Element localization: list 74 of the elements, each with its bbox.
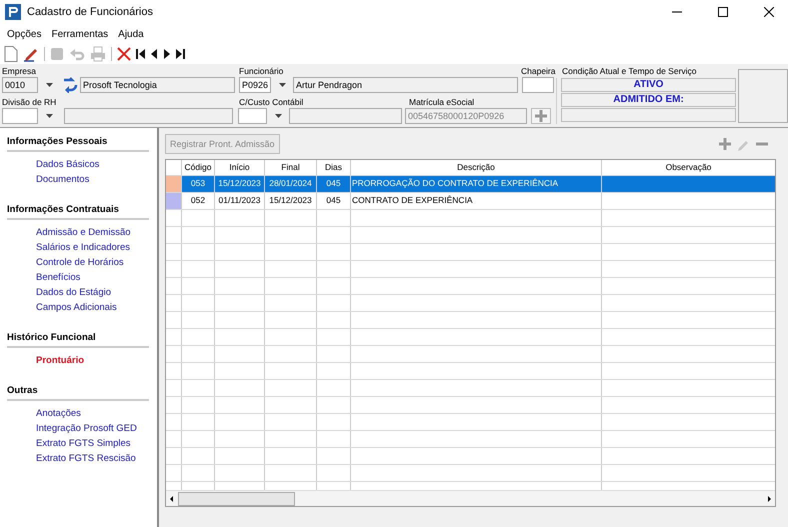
field-label: Chapeira — [521, 66, 556, 76]
field-label: Funcionário — [239, 66, 284, 76]
next-icon[interactable] — [163, 48, 170, 60]
pencil-icon[interactable] — [23, 46, 39, 62]
app-icon — [5, 4, 21, 20]
column-header[interactable]: Observação — [602, 160, 775, 175]
status-field: ATIVO — [560, 78, 736, 92]
field-label: Divisão de RH — [2, 97, 58, 107]
field-label: C/Custo Contábil — [239, 97, 304, 107]
sidebar-link[interactable]: Integração Prosoft GED — [7, 421, 157, 436]
last-record-icon[interactable] — [175, 48, 185, 60]
sidebar-link[interactable]: Prontuário — [7, 353, 157, 368]
table-cell: 052 — [182, 193, 215, 209]
table-cell: 045 — [317, 176, 351, 192]
section-title: Informações Contratuais — [7, 204, 149, 220]
delete-icon[interactable] — [117, 47, 131, 61]
menu-item[interactable]: Ajuda — [118, 28, 144, 40]
close-icon[interactable] — [764, 7, 774, 17]
field-label: Matrícula eSocial — [409, 97, 474, 107]
horizontal-scrollbar[interactable] — [166, 490, 775, 506]
sidebar-link[interactable]: Dados Básicos — [7, 157, 157, 172]
add-button[interactable] — [531, 108, 551, 124]
table-cell: CONTRATO DE EXPERIÊNCIA — [351, 193, 602, 209]
chapeira-field[interactable] — [522, 77, 554, 93]
table-row[interactable]: 052 01/11/2023 15/12/2023 045 CONTRATO DE EXPERIÊNCIA — [166, 193, 775, 210]
table-cell: 28/01/2024 — [265, 176, 317, 192]
sidebar-link[interactable]: Anotações — [7, 406, 157, 421]
employee-name-field[interactable]: Artur Pendragon — [293, 77, 518, 93]
table-cell: PRORROGAÇÃO DO CONTRATO DE EXPERIÊNCIA — [351, 176, 602, 192]
swap-arrow-icon[interactable] — [62, 77, 78, 93]
sidebar-link[interactable]: Dados do Estágio — [7, 285, 157, 300]
sidebar-link[interactable]: Benefícios — [7, 270, 157, 285]
table-cell: 01/11/2023 — [215, 193, 265, 209]
cost-center-field[interactable] — [238, 108, 267, 124]
new-document-icon[interactable] — [4, 46, 18, 62]
previous-icon[interactable] — [151, 48, 158, 60]
division-name-field[interactable] — [64, 108, 233, 124]
sidebar-link[interactable]: Extrato FGTS Simples — [7, 436, 157, 451]
menu-item[interactable]: Opções — [7, 28, 42, 40]
field-label: Condição Atual e Tempo de Serviço — [562, 66, 697, 76]
maximize-icon[interactable] — [718, 7, 728, 17]
dropdown-caret-icon[interactable] — [46, 83, 52, 87]
company-name-field[interactable]: Prosoft Tecnologia — [80, 77, 235, 93]
sidebar-link[interactable]: Campos Adicionais — [7, 300, 157, 315]
table-row[interactable]: 053 15/12/2023 28/01/2024 045 PRORROGAÇÃO DO CONTRATO DE EXPERIÊNCIA — [166, 176, 775, 193]
column-header[interactable]: Final — [265, 160, 317, 175]
column-header[interactable]: Início — [215, 160, 265, 175]
first-record-icon[interactable] — [136, 48, 146, 60]
section-title: Outras — [7, 385, 149, 401]
section-title: Histórico Funcional — [7, 332, 149, 348]
table-cell: 053 — [182, 176, 215, 192]
table-cell: 15/12/2023 — [265, 193, 317, 209]
admission-field: ADMITIDO EM: — [560, 93, 736, 107]
menu-item[interactable]: Ferramentas — [51, 28, 108, 40]
table-cell: 045 — [317, 193, 351, 209]
column-header[interactable]: Dias — [317, 160, 351, 175]
employee-code-field[interactable]: P0926 — [239, 77, 271, 93]
column-header[interactable]: Descrição — [351, 160, 602, 175]
dropdown-caret-icon[interactable] — [46, 114, 52, 118]
cost-center-name-field[interactable] — [289, 108, 402, 124]
table-cell: 15/12/2023 — [215, 176, 265, 192]
company-code-field[interactable]: 0010 — [2, 77, 38, 93]
dropdown-caret-icon[interactable] — [278, 83, 286, 87]
sidebar-link[interactable]: Salários e Indicadores — [7, 240, 157, 255]
division-field[interactable] — [2, 108, 38, 124]
section-title: Informações Pessoais — [7, 136, 149, 152]
sidebar-link[interactable]: Extrato FGTS Rescisão — [7, 451, 157, 466]
window-title: Cadastro de Funcionários — [27, 6, 153, 18]
field-label: Empresa — [2, 66, 38, 76]
sidebar-link[interactable]: Documentos — [7, 172, 157, 187]
column-header[interactable]: Código — [182, 160, 215, 175]
sidebar-link[interactable]: Admissão e Demissão — [7, 225, 157, 240]
sidebar-link[interactable]: Controle de Horários — [7, 255, 157, 270]
dropdown-caret-icon[interactable] — [274, 114, 282, 118]
